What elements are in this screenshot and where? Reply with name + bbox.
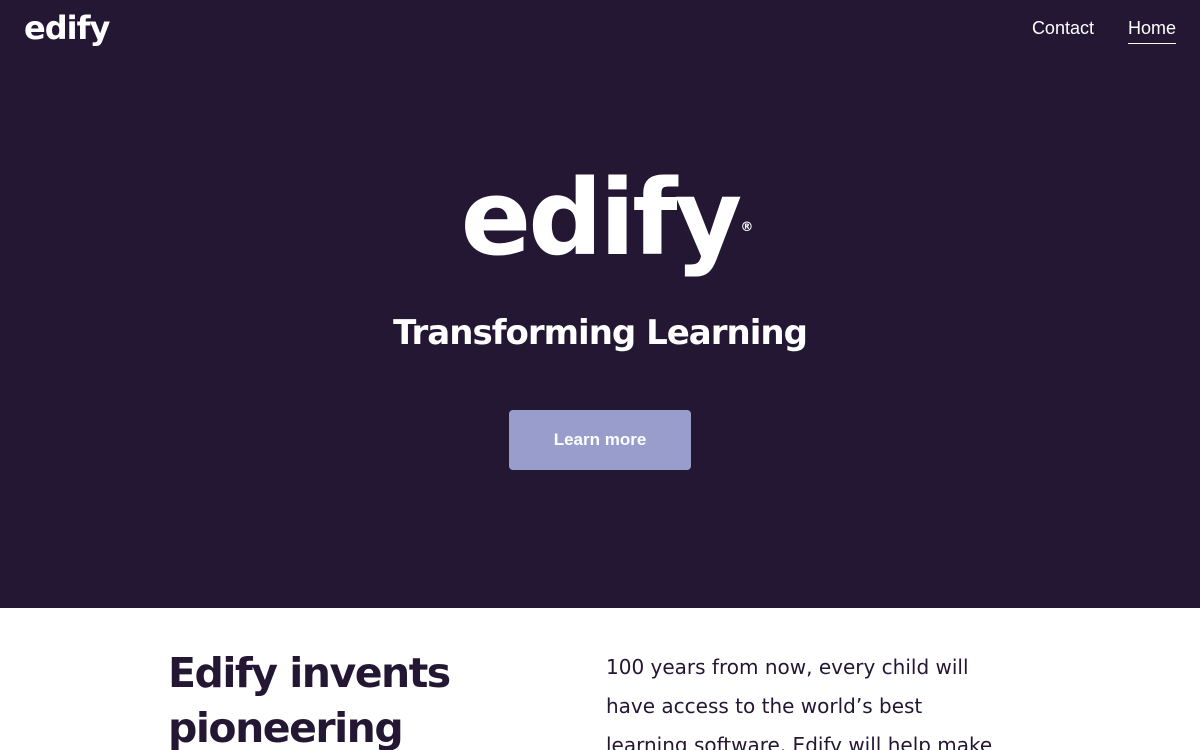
hero-logo-wordmark: edify ® [460,157,754,279]
intro-heading: Edify invents pioneering [168,649,451,750]
hero-logo: edify ® [0,158,1200,278]
nav-link-contact[interactable]: Contact [1032,16,1094,44]
brand-logo-link[interactable]: edify [24,8,110,48]
hero-section: edify Contact Home edify ® Transforming L… [0,0,1200,608]
nav-link-home[interactable]: Home [1127,16,1176,44]
learn-more-button[interactable]: Learn more [509,410,691,470]
registered-mark: ® [740,220,754,235]
hero-tagline: Transforming Learning [393,313,808,353]
main-nav: Contact Home [1032,16,1176,44]
intro-body: 100 years from now, every child will hav… [606,655,993,750]
hero-logo-text: edify [460,157,743,279]
